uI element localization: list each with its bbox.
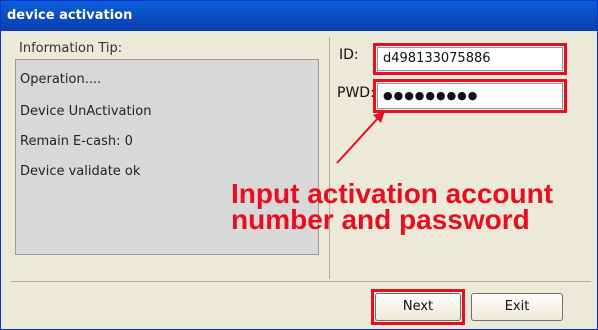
annotation-arrow-icon bbox=[336, 111, 385, 164]
exit-button[interactable]: Exit bbox=[471, 293, 563, 321]
annotation-text: Input activation account number and pass… bbox=[231, 180, 553, 235]
next-highlight-box bbox=[371, 289, 465, 325]
annotation-line-2: number and password bbox=[231, 204, 530, 235]
device-activation-window: device activation Information Tip: Opera… bbox=[0, 0, 598, 330]
